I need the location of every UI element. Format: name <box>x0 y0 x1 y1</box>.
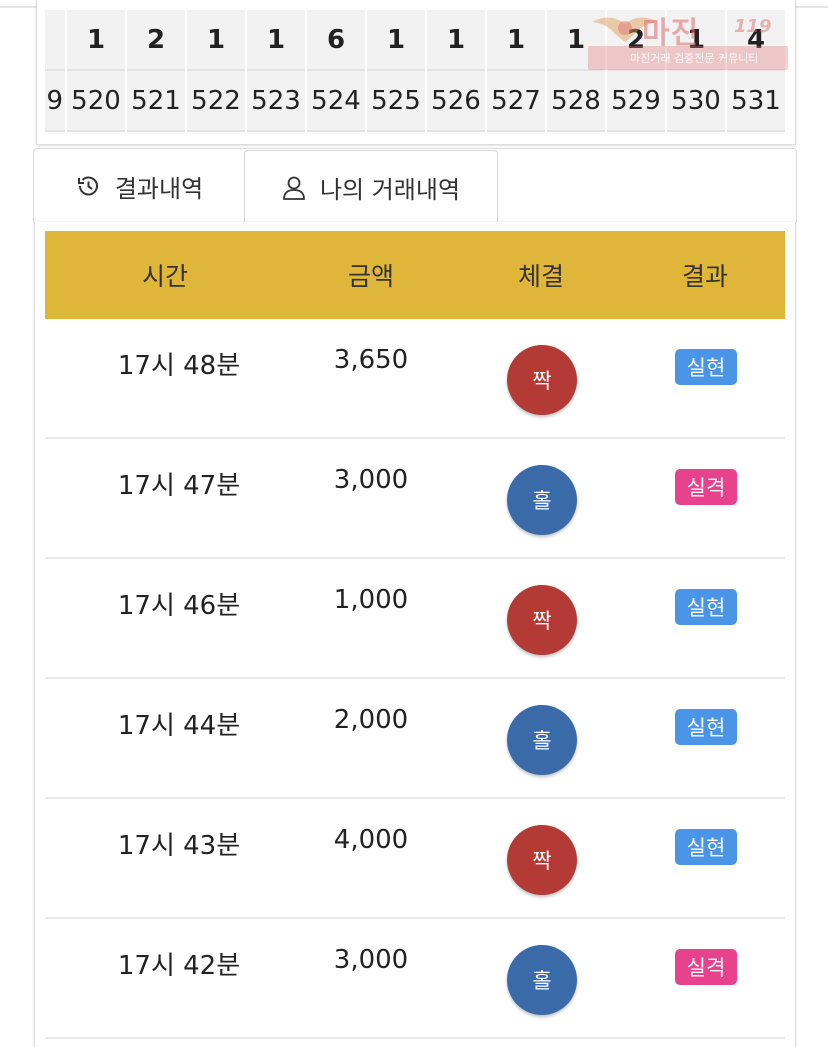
even-chip: 짝 <box>507 585 577 655</box>
history-round-cell: 522 <box>187 71 245 132</box>
row-time: 17시 43분 <box>117 831 241 861</box>
odd-chip: 홀 <box>507 945 577 1015</box>
table-row: 17시 44분 2,000 홀 실현 <box>45 679 785 799</box>
tab-results-label: 결과내역 <box>114 174 204 203</box>
history-round-cell: 520 <box>67 71 125 132</box>
history-round-cell: 526 <box>427 71 485 132</box>
tab-bar: 결과내역 나의 거래내역 <box>33 148 797 224</box>
status-badge: 실현 <box>675 589 737 625</box>
history-count-cell: 1 <box>367 10 425 71</box>
table-row: 17시 47분 3,000 홀 실격 <box>45 439 785 559</box>
trade-list-header: 시간 금액 체결 결과 <box>45 231 785 319</box>
tab-results[interactable]: 결과내역 <box>34 149 244 224</box>
history-count-cell <box>45 10 65 71</box>
status-badge: 실현 <box>675 709 737 745</box>
history-count-cell: 1 <box>67 10 125 71</box>
history-count-cell: 1 <box>427 10 485 71</box>
odd-chip: 홀 <box>507 705 577 775</box>
history-count-cell: 4 <box>727 10 785 71</box>
row-amount: 3,000 <box>333 465 409 495</box>
row-amount: 3,000 <box>333 945 409 975</box>
history-round-row: 9 520 521 522 523 524 525 526 527 528 52… <box>45 71 787 132</box>
odd-chip: 홀 <box>507 465 577 535</box>
even-chip: 짝 <box>507 345 577 415</box>
history-table: 1 2 1 1 6 1 1 1 1 2 1 4 9 520 521 522 52… <box>45 10 787 132</box>
table-row: 17시 46분 1,000 짝 실현 <box>45 559 785 679</box>
user-icon <box>282 175 306 201</box>
row-amount: 4,000 <box>333 825 409 855</box>
even-chip: 짝 <box>507 825 577 895</box>
history-count-cell: 2 <box>607 10 665 71</box>
history-count-cell: 1 <box>247 10 305 71</box>
history-round-cell: 527 <box>487 71 545 132</box>
tab-my-trades-label: 나의 거래내역 <box>319 176 461 204</box>
history-count-cell: 6 <box>307 10 365 71</box>
status-badge: 실격 <box>675 469 737 505</box>
history-count-cell: 1 <box>187 10 245 71</box>
table-row: 17시 43분 4,000 짝 실현 <box>45 799 785 919</box>
row-amount: 3,650 <box>333 345 409 375</box>
header-time: 시간 <box>141 262 188 291</box>
row-amount: 1,000 <box>333 585 409 615</box>
history-round-cell: 521 <box>127 71 185 132</box>
status-badge: 실격 <box>675 949 737 985</box>
history-count-cell: 1 <box>487 10 545 71</box>
history-round-cell: 524 <box>307 71 365 132</box>
status-badge: 실현 <box>675 829 737 865</box>
row-time: 17시 47분 <box>117 471 241 501</box>
row-time: 17시 44분 <box>117 711 241 741</box>
page: 1 2 1 1 6 1 1 1 1 2 1 4 9 520 521 522 52… <box>0 0 828 1047</box>
table-row: 17시 48분 3,650 짝 실현 <box>45 319 785 439</box>
history-count-cell: 2 <box>127 10 185 71</box>
history-count-row: 1 2 1 1 6 1 1 1 1 2 1 4 <box>45 10 787 71</box>
row-time: 17시 42분 <box>117 951 241 981</box>
history-round-cell: 9 <box>45 71 65 132</box>
history-round-cell: 523 <box>247 71 305 132</box>
history-icon <box>75 173 101 199</box>
table-row: 17시 42분 3,000 홀 실격 <box>45 919 785 1039</box>
history-round-cell: 529 <box>607 71 665 132</box>
history-round-cell: 528 <box>547 71 605 132</box>
trade-rows: 17시 48분 3,650 짝 실현 17시 47분 3,000 홀 실격 17… <box>45 319 785 1039</box>
history-round-cell: 531 <box>727 71 785 132</box>
history-round-cell: 530 <box>667 71 725 132</box>
header-result: 결과 <box>681 262 728 291</box>
trade-list-panel: 시간 금액 체결 결과 17시 48분 3,650 짝 실현 17시 47분 3… <box>34 222 796 1047</box>
history-count-cell: 1 <box>667 10 725 71</box>
status-badge: 실현 <box>675 349 737 385</box>
row-amount: 2,000 <box>333 705 409 735</box>
history-panel: 1 2 1 1 6 1 1 1 1 2 1 4 9 520 521 522 52… <box>36 0 796 145</box>
history-round-cell: 525 <box>367 71 425 132</box>
tab-my-trades[interactable]: 나의 거래내역 <box>244 150 498 224</box>
row-time: 17시 48분 <box>117 351 241 381</box>
row-time: 17시 46분 <box>117 591 241 621</box>
history-count-cell: 1 <box>547 10 605 71</box>
